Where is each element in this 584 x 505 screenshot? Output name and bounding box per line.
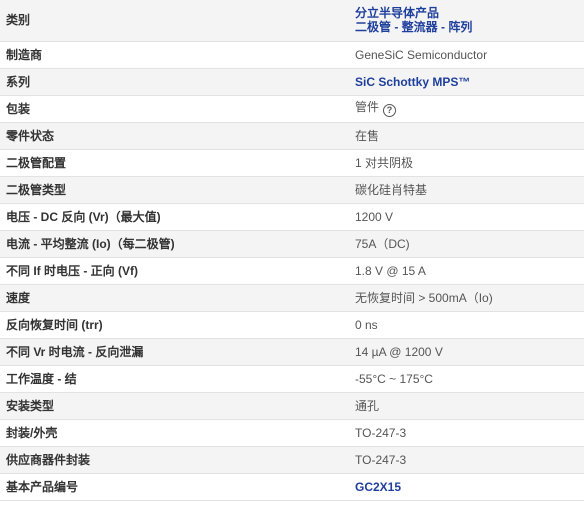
series-link[interactable]: SiC Schottky MPS™ <box>355 75 470 89</box>
table-row-packaging: 包装 管件? <box>0 95 584 123</box>
row-value: 在售 <box>343 122 584 150</box>
table-row-speed: 速度 无恢复时间 > 500mA（Io) <box>0 284 584 312</box>
table-row-voltage-forward: 不同 If 时电压 - 正向 (Vf) 1.8 V @ 15 A <box>0 257 584 285</box>
row-value: TO-247-3 <box>343 419 584 447</box>
packaging-value: 管件 <box>355 100 380 114</box>
table-row-package-case: 封装/外壳 TO-247-3 <box>0 419 584 447</box>
row-value: 通孔 <box>343 392 584 420</box>
table-row-diode-configuration: 二极管配置 1 对共阴极 <box>0 149 584 177</box>
category-link-discrete[interactable]: 分立半导体产品 <box>355 6 578 20</box>
row-label: 二极管类型 <box>0 176 343 204</box>
row-label: 反向恢复时间 (trr) <box>0 311 343 339</box>
table-row-category: 类别 分立半导体产品 二极管 - 整流器 - 阵列 <box>0 0 584 42</box>
table-row-voltage-dc-reverse: 电压 - DC 反向 (Vr)（最大值) 1200 V <box>0 203 584 231</box>
table-row-current-average-rectified: 电流 - 平均整流 (Io)（每二极管) 75A（DC) <box>0 230 584 258</box>
row-value: 1 对共阴极 <box>343 149 584 177</box>
table-row-mounting-type: 安装类型 通孔 <box>0 392 584 420</box>
row-label: 类别 <box>0 0 343 42</box>
row-label: 安装类型 <box>0 392 343 420</box>
row-value: 1200 V <box>343 203 584 231</box>
table-row-reverse-leakage: 不同 Vr 时电流 - 反向泄漏 14 µA @ 1200 V <box>0 338 584 366</box>
table-row-diode-type: 二极管类型 碳化硅肖特基 <box>0 176 584 204</box>
base-product-number-link[interactable]: GC2X15 <box>355 480 401 494</box>
row-value: -55°C ~ 175°C <box>343 365 584 393</box>
row-label: 电流 - 平均整流 (Io)（每二极管) <box>0 230 343 258</box>
row-label: 供应商器件封装 <box>0 446 343 474</box>
table-row-base-product-number: 基本产品编号 GC2X15 <box>0 473 584 501</box>
row-label: 工作温度 - 结 <box>0 365 343 393</box>
row-label: 系列 <box>0 68 343 96</box>
table-row-reverse-recovery-time: 反向恢复时间 (trr) 0 ns <box>0 311 584 339</box>
table-row-part-status: 零件状态 在售 <box>0 122 584 150</box>
row-value: 碳化硅肖特基 <box>343 176 584 204</box>
table-row-series: 系列 SiC Schottky MPS™ <box>0 68 584 96</box>
row-value: 管件? <box>343 95 584 123</box>
row-value: 分立半导体产品 二极管 - 整流器 - 阵列 <box>343 0 584 42</box>
category-link-diode-arrays[interactable]: 二极管 - 整流器 - 阵列 <box>355 20 578 34</box>
row-value: 无恢复时间 > 500mA（Io) <box>343 284 584 312</box>
table-row-supplier-device-package: 供应商器件封装 TO-247-3 <box>0 446 584 474</box>
table-row-operating-temperature: 工作温度 - 结 -55°C ~ 175°C <box>0 365 584 393</box>
table-row-manufacturer: 制造商 GeneSiC Semiconductor <box>0 41 584 69</box>
row-label: 电压 - DC 反向 (Vr)（最大值) <box>0 203 343 231</box>
row-value: 0 ns <box>343 311 584 339</box>
row-label: 零件状态 <box>0 122 343 150</box>
row-value: 1.8 V @ 15 A <box>343 257 584 285</box>
row-value: SiC Schottky MPS™ <box>343 68 584 96</box>
row-label: 二极管配置 <box>0 149 343 177</box>
row-value: TO-247-3 <box>343 446 584 474</box>
row-label: 速度 <box>0 284 343 312</box>
row-value: 14 µA @ 1200 V <box>343 338 584 366</box>
row-label: 不同 Vr 时电流 - 反向泄漏 <box>0 338 343 366</box>
row-label: 封装/外壳 <box>0 419 343 447</box>
product-attributes-table: 类别 分立半导体产品 二极管 - 整流器 - 阵列 制造商 GeneSiC Se… <box>0 0 584 501</box>
row-label: 不同 If 时电压 - 正向 (Vf) <box>0 257 343 285</box>
row-value: 75A（DC) <box>343 230 584 258</box>
row-label: 包装 <box>0 95 343 123</box>
row-label: 制造商 <box>0 41 343 69</box>
row-value: GC2X15 <box>343 473 584 501</box>
row-label: 基本产品编号 <box>0 473 343 501</box>
help-icon[interactable]: ? <box>383 104 397 117</box>
row-value: GeneSiC Semiconductor <box>343 41 584 69</box>
